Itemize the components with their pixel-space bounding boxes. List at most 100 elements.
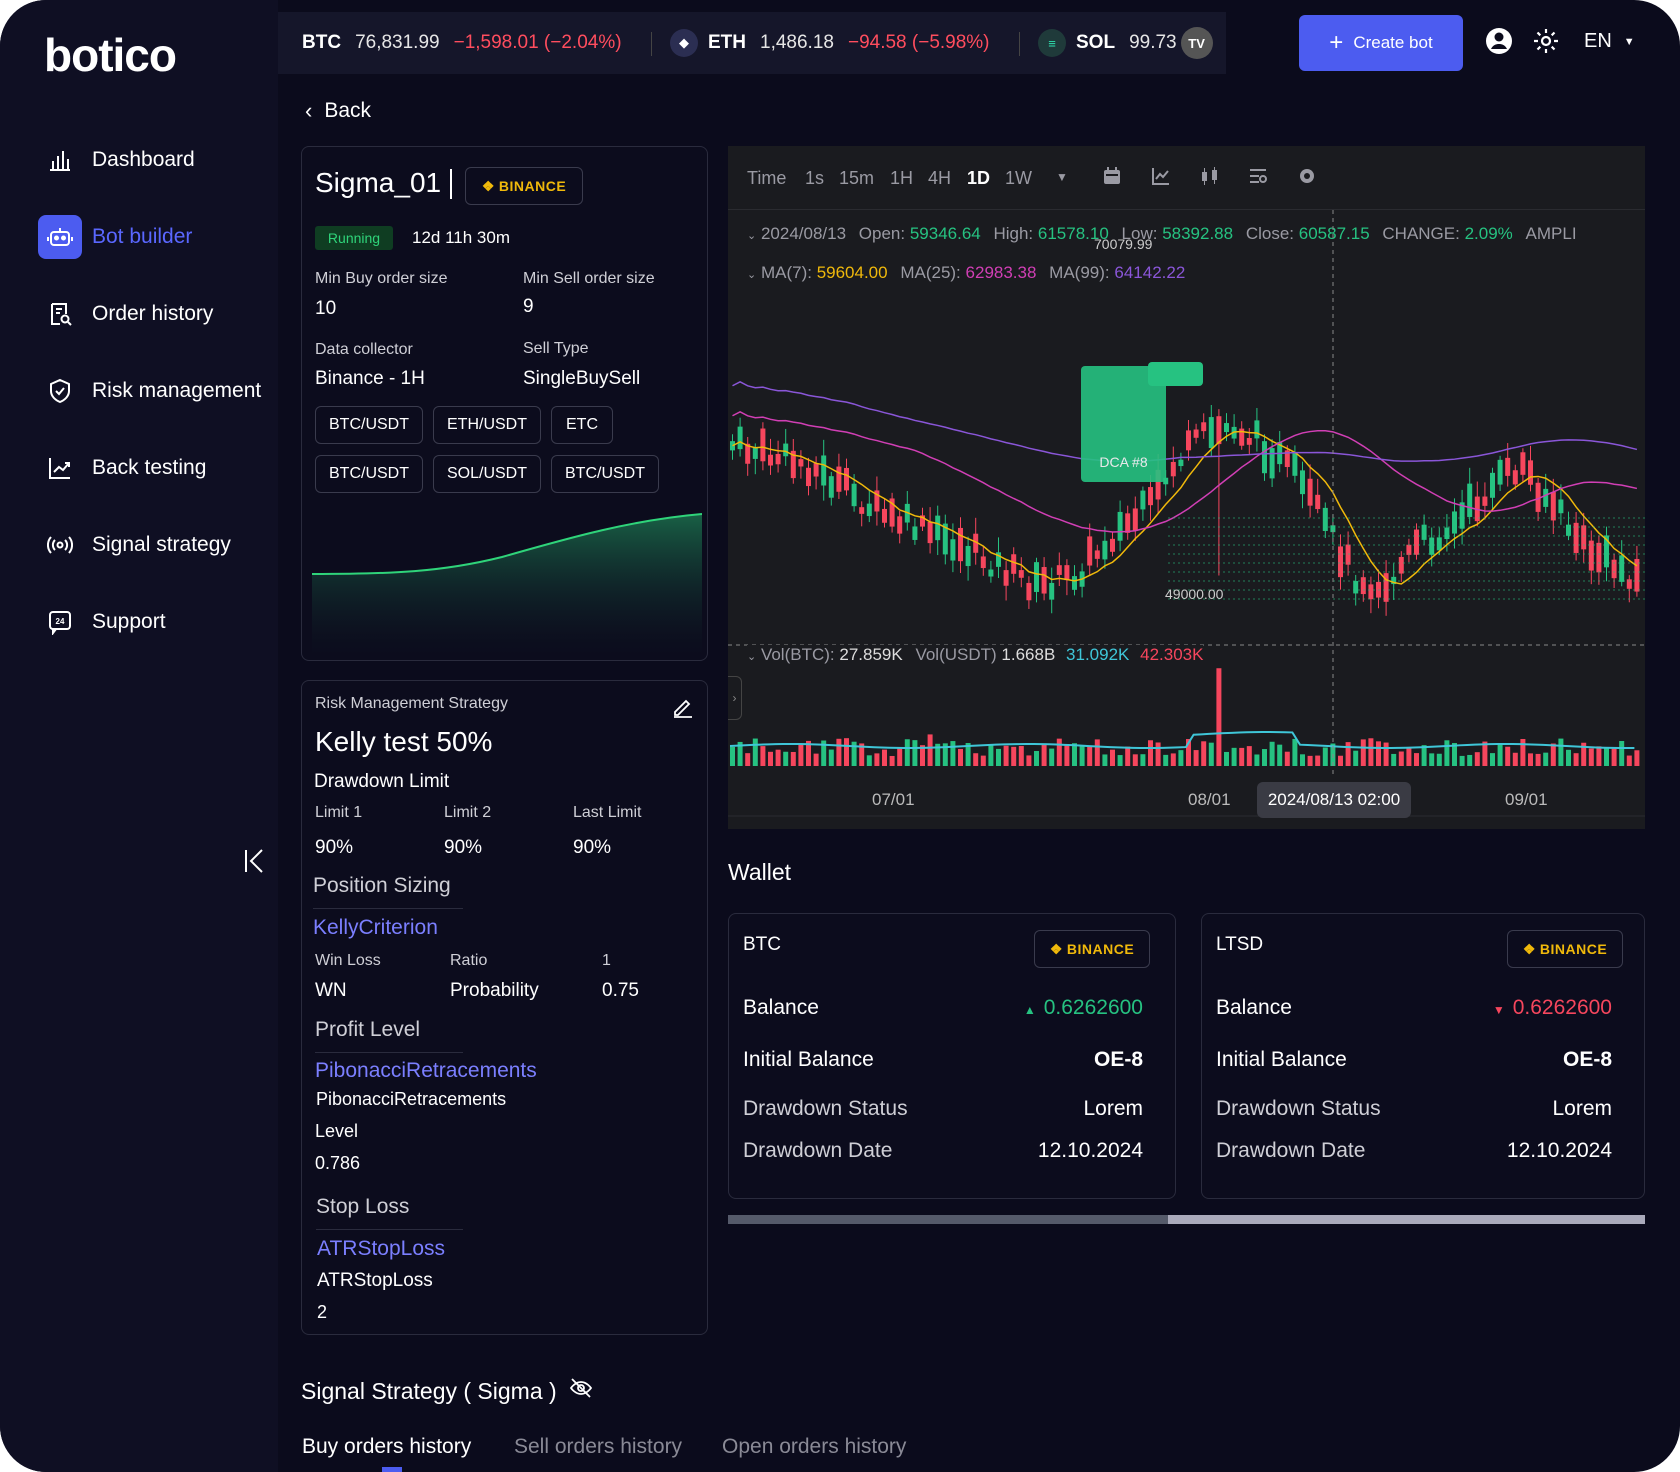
volume-bar — [1512, 752, 1518, 766]
volume-bar — [1383, 742, 1389, 766]
volume-bar — [1596, 746, 1602, 766]
stop-method-name: ATRStopLoss — [317, 1270, 433, 1291]
wallet-label: Drawdown Status — [743, 1097, 908, 1120]
candle-body — [1520, 452, 1526, 475]
stop-loss-title: Stop Loss — [316, 1195, 463, 1230]
user-avatar-icon[interactable] — [1484, 26, 1514, 56]
candle-body — [1110, 538, 1115, 552]
eye-off-icon[interactable] — [569, 1376, 593, 1406]
sidebar-item-risk-management[interactable]: Risk management — [38, 369, 268, 413]
tab-sell-orders[interactable]: Sell orders history — [514, 1435, 682, 1459]
volume-bar — [783, 751, 789, 766]
stop-method-link[interactable]: ATRStopLoss — [317, 1237, 445, 1261]
profit-level-value: 0.786 — [315, 1153, 361, 1173]
binance-logo-icon: ❖ — [1522, 940, 1536, 957]
volume-bar — [1474, 752, 1480, 766]
candle-body — [1452, 511, 1457, 534]
ticker-item-eth[interactable]: ◆ ETH 1,486.18 −94.58 (−5.98%) — [670, 12, 990, 74]
wallet-dd-status-row: Drawdown Status Lorem — [1216, 1097, 1612, 1121]
vol-ma2: 42.303K — [1140, 645, 1204, 664]
volume-bar — [813, 753, 819, 766]
volume-bar — [1467, 754, 1473, 766]
ticker-item-sol[interactable]: ≡ SOL 99.73 TV — [1038, 12, 1213, 74]
exchange-label: BINANCE — [1066, 941, 1135, 957]
volume-bar — [889, 755, 895, 766]
candle-body — [1064, 565, 1070, 581]
vol-btc: 27.859K — [839, 645, 903, 664]
volume-bar — [1216, 668, 1222, 766]
volume-bar — [1262, 749, 1267, 766]
order-marker-tab[interactable] — [1148, 362, 1203, 386]
tradingview-badge[interactable]: TV — [1180, 27, 1213, 59]
volume-bar — [1155, 742, 1161, 766]
ticker-divider — [1019, 32, 1020, 56]
create-bot-button[interactable]: + Create bot — [1299, 15, 1463, 71]
language-select[interactable]: EN ▼ — [1584, 30, 1635, 53]
sidebar-item-bot-builder[interactable]: Bot builder — [38, 215, 268, 259]
volume-bar — [1269, 741, 1275, 766]
tab-open-orders[interactable]: Open orders history — [722, 1435, 906, 1459]
edit-pencil-icon[interactable] — [672, 696, 694, 723]
sidebar-item-order-history[interactable]: Order history — [38, 292, 268, 336]
candle-body — [737, 426, 743, 450]
candle-body — [935, 515, 941, 541]
back-link[interactable]: ‹ Back — [305, 98, 371, 124]
volume-bar — [897, 748, 903, 766]
profit-level-label: Level — [315, 1121, 359, 1141]
sidebar-item-support[interactable]: 24 Support — [38, 600, 268, 644]
sidebar-item-back-testing[interactable]: Back testing — [38, 446, 268, 490]
pair-chip[interactable]: ETH/USDT — [433, 406, 541, 444]
volume-bar — [874, 753, 880, 766]
candle-body — [1178, 459, 1184, 467]
candle-body — [1087, 536, 1093, 566]
volume-bar — [1376, 741, 1381, 766]
candle-body — [1550, 492, 1556, 521]
pair-chip[interactable]: ETC — [551, 406, 613, 444]
candle-body — [1543, 488, 1549, 507]
pair-chip[interactable]: SOL/USDT — [433, 455, 541, 493]
collapse-sidebar-icon[interactable] — [240, 846, 270, 876]
data-collector-value: Binance - 1H — [315, 368, 425, 389]
candle-body — [1512, 470, 1518, 485]
ticker-divider — [651, 32, 652, 56]
candle-body — [1596, 542, 1602, 573]
volume-bar — [1444, 740, 1450, 766]
wallet-asset: LTSD — [1216, 934, 1264, 955]
binance-logo-icon: ❖ — [481, 177, 495, 194]
volume-bar — [1049, 748, 1055, 766]
collapse-caret-icon[interactable]: ⌄ — [747, 651, 756, 663]
bot-summary-card: Sigma_01 ❖ BINANCE Running 12d 11h 30m Mi… — [301, 146, 708, 661]
profit-method-link[interactable]: PibonacciRetracements — [315, 1059, 537, 1083]
volume-bar — [1436, 753, 1442, 766]
support-24-icon: 24 — [38, 600, 82, 644]
risk-strategy-name: Kelly test 50% — [315, 726, 493, 757]
sidebar-item-label: Dashboard — [92, 148, 195, 171]
expand-panel-icon[interactable]: › — [728, 676, 742, 720]
wallet-scrollbar-thumb[interactable] — [728, 1215, 1168, 1224]
candle-body — [760, 428, 766, 462]
pair-chip[interactable]: BTC/USDT — [551, 455, 659, 493]
pair-chip[interactable]: BTC/USDT — [315, 455, 423, 493]
price-chart[interactable]: Time 1s 15m 1H 4H 1D 1W ▼ ⌄ 2024/08/13 O… — [728, 146, 1645, 829]
candle-body — [1246, 437, 1252, 445]
ticker-change: −94.58 (−5.98%) — [847, 32, 990, 53]
volume-bar — [1322, 747, 1328, 766]
candle-body — [844, 467, 849, 491]
volume-bar — [1087, 746, 1093, 766]
candle-body — [1208, 417, 1214, 449]
robot-icon — [38, 215, 82, 259]
ticker-symbol: SOL — [1076, 32, 1116, 53]
volume-bar — [1414, 753, 1419, 766]
sidebar-item-signal-strategy[interactable]: Signal strategy — [38, 523, 268, 567]
app-frame: botico Dashboard Bot builder Order histo… — [0, 0, 1680, 1472]
ticker-item-btc[interactable]: BTC 76,831.99 −1,598.01 (−2.04%) — [302, 12, 622, 74]
tab-buy-orders[interactable]: Buy orders history — [302, 1435, 471, 1459]
volume-bar — [1170, 753, 1176, 766]
sell-type-value: SingleBuySell — [523, 368, 641, 389]
wallet-dd-date-row: Drawdown Date 12.10.2024 — [743, 1139, 1143, 1163]
limit-label: Limit 1 — [315, 804, 363, 821]
pair-chip[interactable]: BTC/USDT — [315, 406, 423, 444]
sidebar-item-dashboard[interactable]: Dashboard — [38, 138, 268, 182]
position-method-link[interactable]: KellyCriterion — [313, 916, 438, 940]
settings-gear-icon[interactable] — [1531, 26, 1561, 56]
